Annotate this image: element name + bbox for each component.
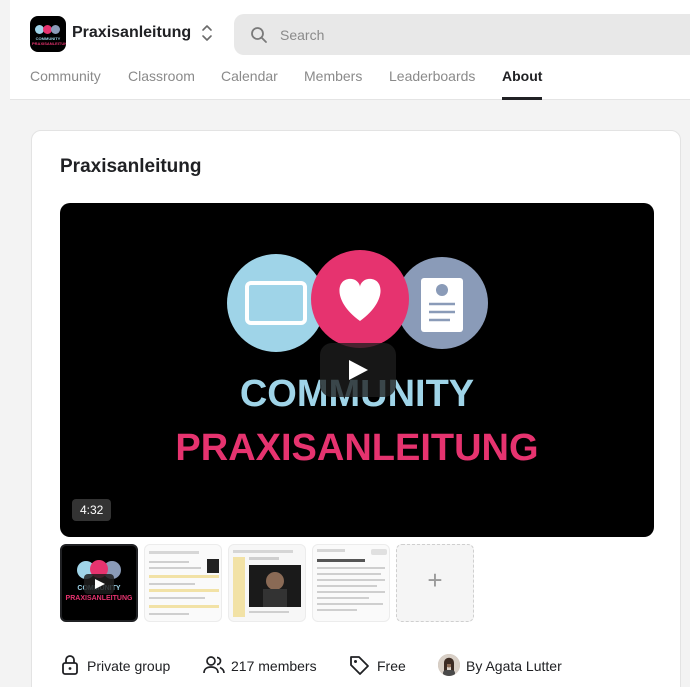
members-info[interactable]: 217 members <box>202 654 332 678</box>
media-thumbnail[interactable] <box>144 544 222 622</box>
tab-members[interactable]: Members <box>304 68 362 100</box>
play-button[interactable] <box>320 343 396 397</box>
tab-about[interactable]: About <box>502 68 543 100</box>
logo-text-praxis: PRAXISANLEITUNG <box>32 41 66 46</box>
tab-leaderboards[interactable]: Leaderboards <box>389 68 475 100</box>
price-tag-icon <box>350 656 369 675</box>
tab-community[interactable]: Community <box>30 68 101 100</box>
video-duration: 4:32 <box>72 499 112 521</box>
group-switcher-chevrons-icon[interactable] <box>200 22 214 44</box>
about-card: Praxisanleitung COMMUNITY PRAXISANLEITUN… <box>31 130 681 687</box>
tab-label: Members <box>304 68 363 84</box>
add-media-button[interactable]: + <box>396 544 474 622</box>
tab-classroom[interactable]: Classroom <box>128 68 195 100</box>
media-thumbnail[interactable] <box>312 544 390 622</box>
logo-circle-slate <box>51 25 60 34</box>
group-name[interactable]: Praxisanleitung <box>72 24 191 42</box>
group-meta: Private group 217 members Free By Agata … <box>60 654 660 678</box>
lock-icon <box>62 655 78 675</box>
media-thumbnail[interactable]: COMMUNITY PRAXISANLEITUNG <box>60 544 138 622</box>
tab-calendar[interactable]: Calendar <box>221 68 278 100</box>
tab-label: About <box>502 68 543 84</box>
media-thumbnail[interactable] <box>228 544 306 622</box>
group-logo[interactable]: COMMUNITY PRAXISANLEITUNG <box>30 16 66 52</box>
owner-name: By Agata Lutter <box>466 658 562 674</box>
search-icon <box>251 27 267 43</box>
active-tab-indicator <box>502 97 543 100</box>
privacy-label: Private group <box>87 658 171 674</box>
tab-label: Classroom <box>128 68 195 84</box>
tab-label: Leaderboards <box>389 68 476 84</box>
members-icon <box>203 656 225 674</box>
video-title-line2: PRAXISANLEITUNG <box>175 427 538 469</box>
search-input[interactable] <box>280 14 680 55</box>
tab-label: Calendar <box>221 68 278 84</box>
top-bar: COMMUNITY PRAXISANLEITUNG Praxisanleitun… <box>10 0 690 100</box>
plus-icon: + <box>427 565 443 595</box>
video-player[interactable]: COMMUNITY PRAXISANLEITUNG 4:32 <box>60 203 654 537</box>
owner-avatar[interactable] <box>438 654 460 676</box>
privacy-info: Private group <box>60 654 180 678</box>
media-gallery: COMMUNITY PRAXISANLEITUNG <box>60 544 480 622</box>
owner-info[interactable]: By Agata Lutter <box>438 654 578 678</box>
page-title: Praxisanleitung <box>60 156 202 177</box>
thumb-text-line2: PRAXISANLEITUNG <box>66 595 133 602</box>
tab-label: Community <box>30 68 101 84</box>
play-icon <box>349 360 368 380</box>
search-bar[interactable] <box>234 14 690 55</box>
members-count: 217 members <box>231 658 317 674</box>
price-info: Free <box>348 654 418 678</box>
price-label: Free <box>377 658 406 674</box>
